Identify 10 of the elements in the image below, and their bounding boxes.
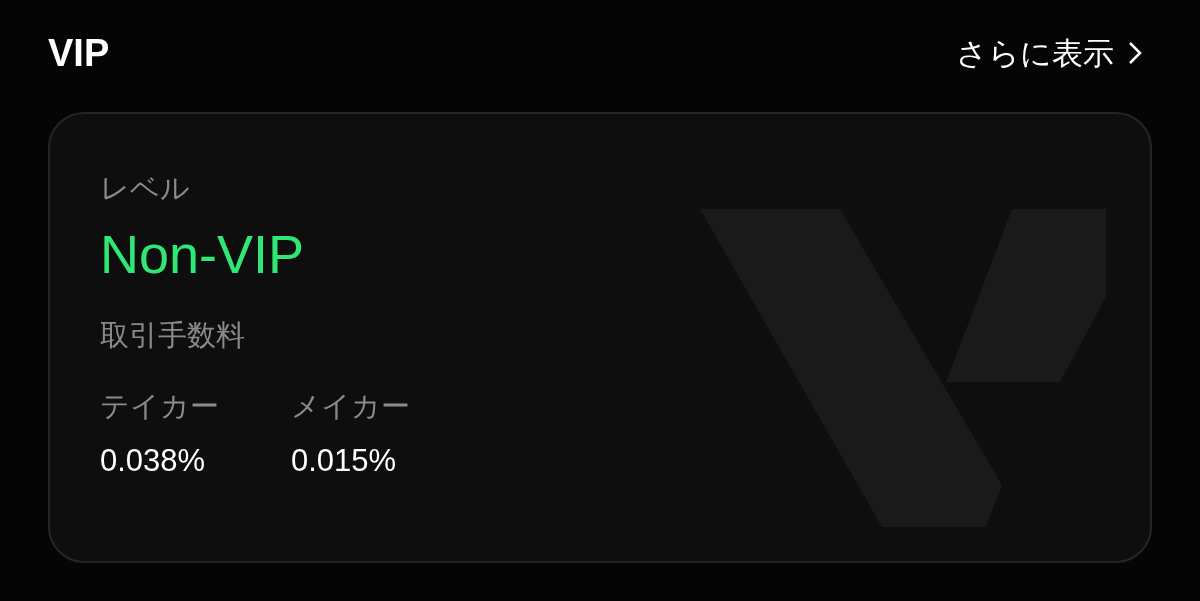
level-label: レベル (100, 174, 191, 203)
section-title: VIP (48, 34, 110, 72)
fees-label: 取引手数料 (100, 321, 246, 350)
chevron-right-icon (1128, 41, 1142, 65)
fee-value: 0.038% (100, 445, 207, 476)
fee-label: メイカー (291, 392, 410, 421)
fee-value: 0.015% (291, 445, 398, 476)
fee-label: テイカー (100, 392, 219, 421)
level-value: Non-VIP (100, 227, 306, 281)
show-more-link[interactable]: さらに表示 (956, 37, 1152, 69)
